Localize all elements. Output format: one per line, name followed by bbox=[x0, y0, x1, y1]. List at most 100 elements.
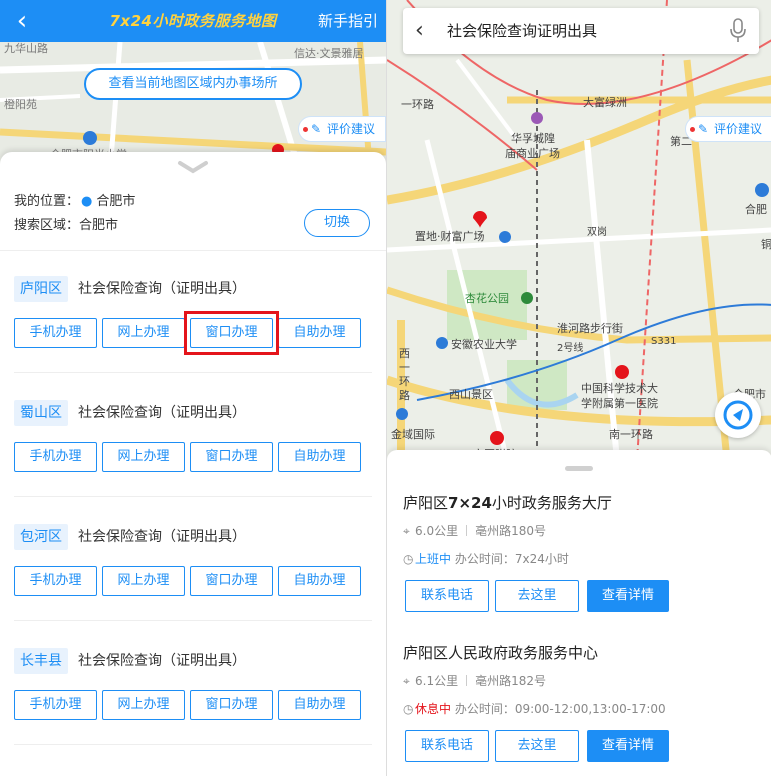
map-label: 铜 bbox=[761, 238, 771, 251]
navigate-button[interactable]: 去这里 bbox=[495, 580, 579, 612]
place-card[interactable]: 庐阳区7×24小时政务服务大厅 ⌖ 6.0公里 亳州路180号 ◷ 上班中 办公时间：… bbox=[403, 492, 763, 622]
handling-options: 手机办理 网上办理 窗口办理 自助办理 bbox=[14, 566, 362, 596]
handling-options: 手机办理 网上办理 窗口办理 自助办理 bbox=[14, 442, 362, 472]
self-service-button[interactable]: 自助办理 bbox=[278, 318, 361, 348]
highlight-box bbox=[184, 311, 279, 355]
rate-button[interactable]: ✎ 评价建议 bbox=[685, 116, 771, 142]
map-label: 一环路 bbox=[401, 98, 434, 111]
mobile-handling-button[interactable]: 手机办理 bbox=[14, 690, 97, 720]
search-query[interactable]: 社会保险查询证明出具 bbox=[447, 8, 597, 54]
status-badge: 上班中 bbox=[415, 552, 452, 566]
rate-button-label: 评价建议 bbox=[327, 122, 376, 136]
counter-handling-button[interactable]: 窗口办理 bbox=[190, 690, 273, 720]
place-hours: ◷ 休息中 办公时间：09:00-12:00,13:00-17:00 bbox=[403, 700, 666, 717]
location-pin-icon: ● bbox=[81, 194, 93, 209]
left-panel: ‹ 7x24小时政务服务地图 新手指引 九华山路 信达·文景雅居 橙阳苑 合肥市… bbox=[0, 0, 386, 776]
right-panel: 一环路 大富绿洲 华孚城隍 庙商业广场 第二 合肥 置地·财富广场 双岗 杏花公… bbox=[386, 0, 771, 776]
map-label: 双岗 bbox=[587, 227, 607, 238]
service-name: 社会保险查询（证明出具） bbox=[78, 653, 246, 669]
view-nearby-offices-button[interactable]: 查看当前地图区域内办事场所 bbox=[84, 68, 302, 100]
address: 亳州路180号 bbox=[475, 524, 546, 538]
rate-button[interactable]: ✎ 评价建议 bbox=[298, 116, 386, 142]
divider bbox=[14, 372, 372, 373]
distance: 6.0公里 bbox=[415, 524, 459, 538]
pen-icon: ✎ bbox=[311, 122, 322, 136]
search-area-label: 搜索区域： bbox=[14, 218, 80, 233]
location-pin-icon: ⌖ bbox=[403, 524, 410, 538]
locate-icon bbox=[723, 400, 753, 430]
divider bbox=[0, 250, 386, 251]
self-service-button[interactable]: 自助办理 bbox=[278, 690, 361, 720]
office-hours: 办公时间：09:00-12:00,13:00-17:00 bbox=[454, 702, 666, 716]
place-meta: ⌖ 6.1公里 亳州路182号 bbox=[403, 672, 546, 689]
service-name: 社会保险查询（证明出具） bbox=[78, 281, 246, 297]
district-tag: 长丰县 bbox=[14, 648, 68, 674]
online-handling-button[interactable]: 网上办理 bbox=[102, 566, 185, 596]
place-name: 庐阳区7×24小时政务服务大厅 bbox=[403, 494, 612, 512]
details-button[interactable]: 查看详情 bbox=[587, 580, 669, 612]
clock-icon: ◷ bbox=[403, 552, 414, 566]
map-label: 中国科学技术大 bbox=[581, 382, 658, 395]
map-label: 学附属第一医院 bbox=[581, 397, 658, 410]
bottom-sheet: 我的位置： ● 合肥市 搜索区域： 合肥市 切换 庐阳区 社会保险查询（证明出具） 手… bbox=[0, 152, 386, 776]
district-card: 长丰县 社会保险查询（证明出具） 手机办理 网上办理 窗口办理 自助办理 bbox=[0, 648, 386, 748]
guide-link[interactable]: 新手指引 bbox=[318, 0, 378, 42]
search-bar[interactable]: ‹ 社会保险查询证明出具 bbox=[403, 8, 759, 54]
switch-area-button[interactable]: 切换 bbox=[304, 209, 370, 237]
online-handling-button[interactable]: 网上办理 bbox=[102, 318, 185, 348]
map-label: 西山景区 bbox=[449, 388, 493, 401]
notification-dot bbox=[303, 127, 308, 132]
district-tag: 庐阳区 bbox=[14, 276, 68, 302]
place-card[interactable]: 庐阳区人民政府政务服务中心 ⌖ 6.1公里 亳州路182号 ◷ 休息中 办公时间：09… bbox=[403, 642, 763, 772]
counter-handling-button[interactable]: 窗口办理 bbox=[190, 566, 273, 596]
page-title: 7x24小时政务服务地图 bbox=[109, 12, 277, 30]
microphone-icon[interactable] bbox=[729, 18, 747, 44]
call-button[interactable]: 联系电话 bbox=[405, 580, 489, 612]
map-label: 置地·财富广场 bbox=[415, 230, 485, 243]
mobile-handling-button[interactable]: 手机办理 bbox=[14, 442, 97, 472]
chevron-down-icon[interactable] bbox=[176, 160, 210, 174]
back-button[interactable]: ‹ bbox=[8, 6, 36, 36]
district-tag: 包河区 bbox=[14, 524, 68, 550]
map-view[interactable]: 一环路 大富绿洲 华孚城隍 庙商业广场 第二 合肥 置地·财富广场 双岗 杏花公… bbox=[387, 0, 771, 460]
map-label: 金域国际 bbox=[391, 428, 435, 441]
my-location-label: 我的位置： bbox=[14, 194, 80, 209]
map-label: S331 bbox=[651, 336, 677, 347]
online-handling-button[interactable]: 网上办理 bbox=[102, 690, 185, 720]
my-location-row: 我的位置： ● 合肥市 bbox=[14, 190, 135, 209]
online-handling-button[interactable]: 网上办理 bbox=[102, 442, 185, 472]
map-label: 合肥 bbox=[745, 203, 767, 216]
map-label: 九华山路 bbox=[4, 42, 48, 55]
navigate-button[interactable]: 去这里 bbox=[495, 730, 579, 762]
map-label: 杏花公园 bbox=[465, 292, 509, 305]
map-label: 2号线 bbox=[557, 343, 584, 354]
my-location-value: 合肥市 bbox=[96, 194, 136, 209]
map-label: 大富绿洲 bbox=[583, 96, 627, 109]
map-label: 橙阳苑 bbox=[4, 98, 37, 111]
drag-handle[interactable] bbox=[565, 466, 593, 471]
map-label: 安徽农业大学 bbox=[451, 338, 517, 351]
clock-icon: ◷ bbox=[403, 702, 414, 716]
district-tag: 蜀山区 bbox=[14, 400, 68, 426]
district-card: 蜀山区 社会保险查询（证明出具） 手机办理 网上办理 窗口办理 自助办理 bbox=[0, 400, 386, 500]
results-panel: 庐阳区7×24小时政务服务大厅 ⌖ 6.0公里 亳州路180号 ◷ 上班中 办公时间：… bbox=[387, 450, 771, 776]
header-bar: ‹ 7x24小时政务服务地图 新手指引 bbox=[0, 0, 386, 42]
locate-button[interactable] bbox=[715, 392, 761, 438]
call-button[interactable]: 联系电话 bbox=[405, 730, 489, 762]
details-button[interactable]: 查看详情 bbox=[587, 730, 669, 762]
place-meta: ⌖ 6.0公里 亳州路180号 bbox=[403, 522, 546, 539]
handling-options: 手机办理 网上办理 窗口办理 自助办理 bbox=[14, 690, 362, 720]
mobile-handling-button[interactable]: 手机办理 bbox=[14, 318, 97, 348]
office-hours: 办公时间：7x24小时 bbox=[454, 552, 569, 566]
mobile-handling-button[interactable]: 手机办理 bbox=[14, 566, 97, 596]
distance: 6.1公里 bbox=[415, 674, 459, 688]
chevron-left-icon[interactable]: ‹ bbox=[415, 16, 424, 46]
pen-icon: ✎ bbox=[698, 122, 709, 136]
address: 亳州路182号 bbox=[475, 674, 546, 688]
self-service-button[interactable]: 自助办理 bbox=[278, 442, 361, 472]
counter-handling-button[interactable]: 窗口办理 bbox=[190, 442, 273, 472]
map-label: 路 bbox=[399, 389, 410, 402]
self-service-button[interactable]: 自助办理 bbox=[278, 566, 361, 596]
notification-dot bbox=[690, 127, 695, 132]
divider bbox=[14, 496, 372, 497]
